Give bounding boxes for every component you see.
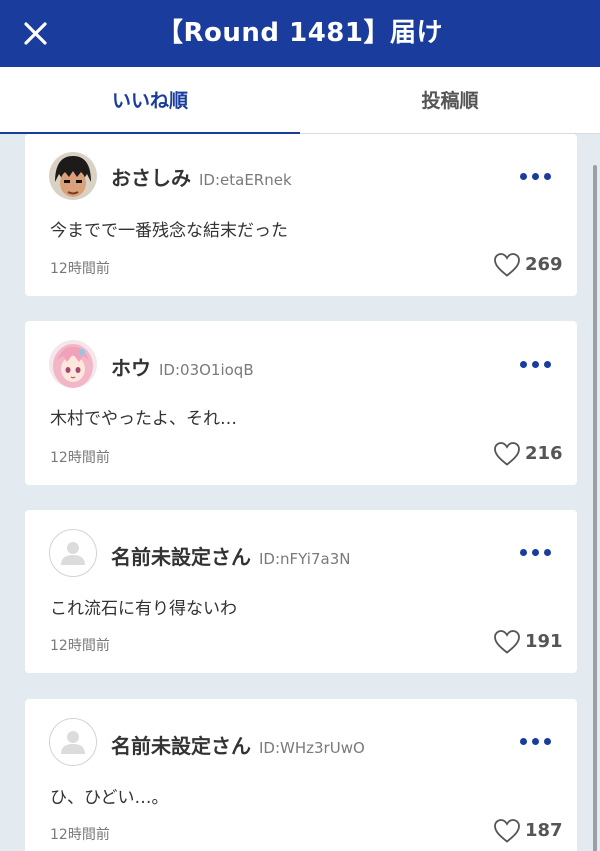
heart-icon: [494, 253, 520, 277]
timestamp: 12時間前: [50, 827, 110, 843]
sort-tabs: いいね順 投稿順: [0, 67, 600, 134]
user-icon: [61, 542, 85, 565]
timestamp: 12時間前: [50, 638, 110, 654]
user-name-text: おさしみ: [111, 166, 191, 190]
more-options-button[interactable]: [519, 546, 555, 560]
user-name[interactable]: ホウ ID:03O1ioqB: [111, 352, 254, 381]
comment-card: 名前未設定さん ID:WHz3rUwO ひ、ひどい…。 12時間前 187: [25, 699, 577, 851]
comment-card: 名前未設定さん ID:nFYi7a3N これ流石に有り得ないわ 12時間前 191: [25, 510, 577, 673]
comment-text: これ流石に有り得ないわ: [50, 599, 237, 619]
comment-text: ひ、ひどい…。: [50, 788, 169, 808]
tab-likes-order[interactable]: いいね順: [0, 67, 300, 134]
user-name-text: ホウ: [111, 356, 151, 380]
comment-card: おさしみ ID:etaERnek 今までで一番残念な結末だった 12時間前 269: [25, 134, 577, 296]
like-count: 269: [525, 254, 563, 275]
user-id: ID:WHz3rUwO: [259, 739, 365, 757]
scrollbar[interactable]: [593, 165, 597, 851]
user-name[interactable]: おさしみ ID:etaERnek: [111, 162, 292, 191]
tab-post-order[interactable]: 投稿順: [300, 67, 600, 134]
comment-text: 今までで一番残念な結末だった: [50, 221, 288, 241]
user-name-text: 名前未設定さん: [111, 734, 251, 758]
anime-girl-avatar[interactable]: [49, 340, 97, 388]
anime-boxer-avatar[interactable]: [49, 152, 97, 200]
comment-text: 木村でやったよ、それ…: [50, 409, 237, 429]
user-name[interactable]: 名前未設定さん ID:WHz3rUwO: [111, 730, 365, 759]
more-options-button[interactable]: [519, 358, 555, 372]
page-title: 【Round 1481】届け: [157, 18, 443, 48]
default-user-avatar[interactable]: [49, 718, 97, 766]
timestamp: 12時間前: [50, 261, 110, 277]
like-button[interactable]: 216: [493, 441, 569, 469]
like-button[interactable]: 191: [493, 629, 569, 657]
user-name[interactable]: 名前未設定さん ID:nFYi7a3N: [111, 541, 350, 570]
user-id: ID:nFYi7a3N: [259, 550, 351, 568]
user-id: ID:etaERnek: [199, 171, 292, 189]
heart-icon: [494, 442, 520, 466]
user-name-text: 名前未設定さん: [111, 545, 251, 569]
like-button[interactable]: 187: [493, 818, 569, 846]
comment-card: ホウ ID:03O1ioqB 木村でやったよ、それ… 12時間前 216: [25, 321, 577, 485]
timestamp: 12時間前: [50, 450, 110, 466]
user-icon: [61, 731, 85, 754]
heart-icon: [494, 630, 520, 654]
user-id: ID:03O1ioqB: [159, 361, 254, 379]
like-count: 187: [525, 820, 563, 841]
heart-icon: [494, 819, 520, 843]
like-count: 191: [525, 631, 563, 652]
default-user-avatar[interactable]: [49, 529, 97, 577]
like-button[interactable]: 269: [493, 252, 569, 280]
more-options-button[interactable]: [519, 170, 555, 184]
more-options-button[interactable]: [519, 735, 555, 749]
like-count: 216: [525, 443, 563, 464]
app-header: 【Round 1481】届け: [0, 0, 600, 67]
